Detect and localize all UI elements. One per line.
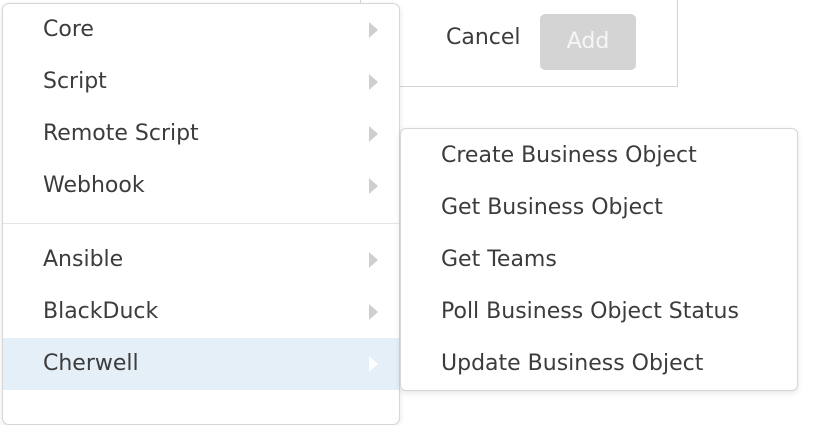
cancel-button[interactable]: Cancel <box>446 16 521 60</box>
submenu-item-update-business-object[interactable]: Update Business Object <box>401 338 797 390</box>
menu-item-cherwell[interactable]: Cherwell <box>3 338 399 390</box>
chevron-right-icon <box>369 126 378 142</box>
submenu-item-label: Get Business Object <box>441 195 663 220</box>
menu-item-label: Cherwell <box>43 351 139 376</box>
submenu-item-label: Update Business Object <box>441 351 704 376</box>
menu-item-label: Core <box>43 17 94 42</box>
menu-item-label: Ansible <box>43 247 124 272</box>
menu-item-script[interactable]: Script <box>3 56 399 108</box>
menu-item-label: Script <box>43 69 107 94</box>
add-button[interactable]: Add <box>540 14 636 70</box>
cherwell-submenu: Create Business Object Get Business Obje… <box>400 128 798 391</box>
submenu-item-create-business-object[interactable]: Create Business Object <box>401 130 797 182</box>
chevron-right-icon <box>369 22 378 38</box>
menu-item-webhook[interactable]: Webhook <box>3 160 399 212</box>
dialog-footer: Cancel Add <box>360 0 678 87</box>
menu-item-blackduck[interactable]: BlackDuck <box>3 286 399 338</box>
menu-divider <box>3 223 399 224</box>
chevron-right-icon <box>369 304 378 320</box>
submenu-item-poll-business-object-status[interactable]: Poll Business Object Status <box>401 286 797 338</box>
submenu-item-label: Create Business Object <box>441 143 697 168</box>
submenu-item-get-teams[interactable]: Get Teams <box>401 234 797 286</box>
submenu-item-get-business-object[interactable]: Get Business Object <box>401 182 797 234</box>
chevron-right-icon <box>369 252 378 268</box>
step-category-menu: Core Script Remote Script Webhook Ansibl… <box>2 3 400 425</box>
chevron-right-icon <box>369 178 378 194</box>
menu-item-label: Webhook <box>43 173 145 198</box>
chevron-right-icon <box>369 74 378 90</box>
chevron-right-icon <box>369 356 378 372</box>
submenu-item-label: Poll Business Object Status <box>441 299 739 324</box>
menu-item-remote-script[interactable]: Remote Script <box>3 108 399 160</box>
menu-item-label: BlackDuck <box>43 299 159 324</box>
menu-item-label: Remote Script <box>43 121 199 146</box>
menu-item-ansible[interactable]: Ansible <box>3 234 399 286</box>
menu-item-core[interactable]: Core <box>3 4 399 56</box>
submenu-item-label: Get Teams <box>441 247 557 272</box>
